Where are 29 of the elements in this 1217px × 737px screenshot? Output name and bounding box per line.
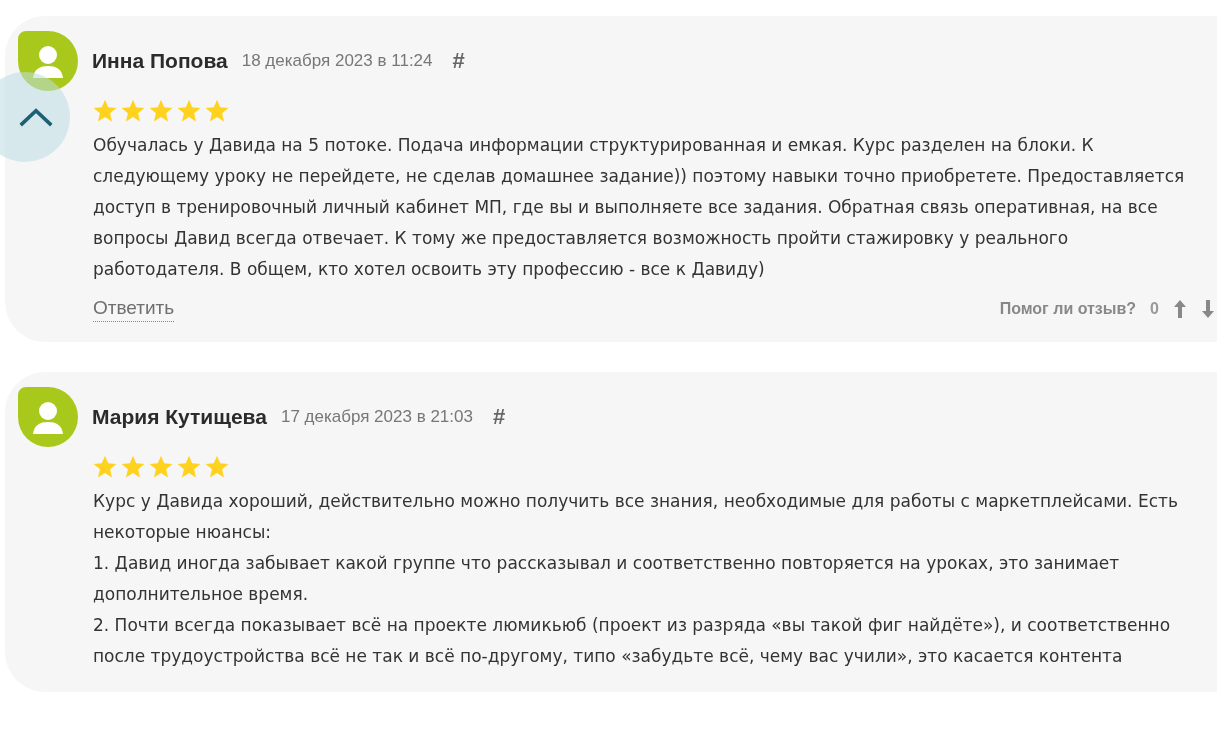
star-icon xyxy=(204,98,230,124)
review-text: Обучалась у Давида на 5 потоке. Подача информации структурированная и емкая. Курс разделен на блоки. К следующему уроку не перейдете, не сделав домашнее задание)) поэтому навыки точно приобретете. Предоставляется доступ в тренировочный личный кабинет МП, где вы и выполняете все задания. Обратная связь оперативная, на все вопросы Давид всегда отвечает. К тому же предоставляется возможность пройти стажировку у реального работодателя. В общем, кто хотел освоить эту профессию - все к Давиду) xyxy=(93,134,1186,281)
author-name: Мария Кутищева xyxy=(92,405,267,429)
star-icon xyxy=(148,454,174,480)
review-date: 18 декабря 2023 в 11:24 xyxy=(241,51,433,71)
review-date: 17 декабря 2023 в 21:03 xyxy=(280,407,473,427)
avatar-icon xyxy=(18,31,78,91)
review-text: 1. Давид иногда забывает какой группе что рассказывал и соответственно повторяется на уроках, это занимает дополнительное время. xyxy=(93,552,1121,606)
helpful-label: Помог ли отзыв? xyxy=(999,299,1137,318)
star-icon xyxy=(148,98,174,124)
caret-icon xyxy=(18,106,54,128)
star-icon xyxy=(120,98,146,124)
review-text: 2. Почти всегда показывает всё на проекте люмикьюб (проект из разряда «вы такой фиг найдёте»), и соответственно после трудоустройства всё не так и всё по-другому, типо «забудьте всё, чему вас учили», это касается контента xyxy=(93,614,1172,668)
star-icon xyxy=(204,454,230,480)
review-text: Курс у Давида хороший, действительно можно получить все знания, необходимые для работы с маркетплейсами. Есть некоторые нюансы: xyxy=(93,490,1179,544)
star-icon xyxy=(176,454,202,480)
avatar-icon xyxy=(18,387,78,447)
helpful-count: 0 xyxy=(1150,299,1159,318)
star-icon xyxy=(120,454,146,480)
scroll-to-top-button[interactable] xyxy=(0,72,70,162)
star-icon xyxy=(92,98,118,124)
permalink[interactable]: # xyxy=(452,48,465,74)
upvote-arrow-icon[interactable] xyxy=(1173,298,1187,319)
reply-link[interactable]: Ответить xyxy=(93,295,175,322)
author-name: Инна Попова xyxy=(92,49,228,73)
star-icon xyxy=(176,98,202,124)
downvote-arrow-icon[interactable] xyxy=(1201,298,1215,319)
permalink[interactable]: # xyxy=(492,404,506,430)
star-icon xyxy=(92,454,118,480)
